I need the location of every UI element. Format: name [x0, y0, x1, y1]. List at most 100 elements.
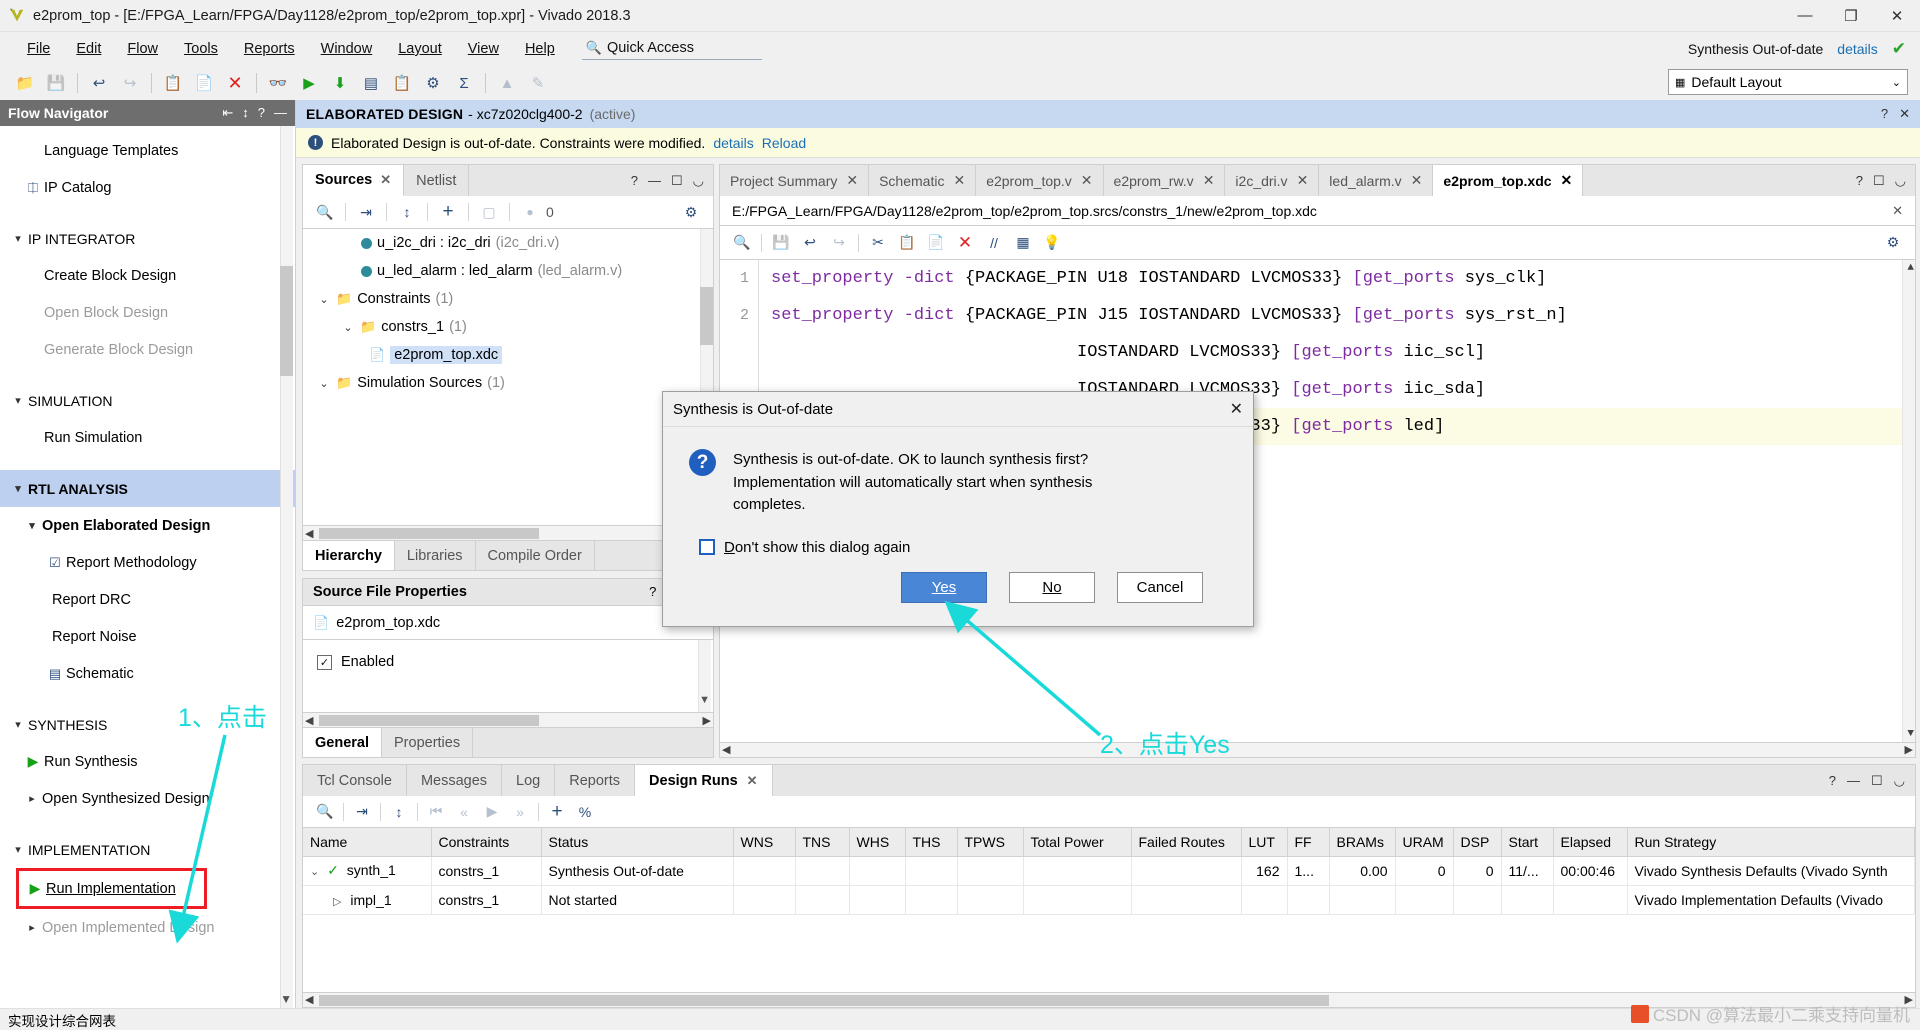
- chevron-right-icon[interactable]: ▷: [333, 896, 341, 908]
- col-total-power[interactable]: Total Power: [1023, 828, 1132, 857]
- pencil-icon[interactable]: ✎: [523, 69, 553, 97]
- menu-flow[interactable]: Flow: [114, 37, 171, 61]
- tab-led-alarm-v[interactable]: led_alarm.v ✕: [1319, 165, 1434, 196]
- cut-icon[interactable]: ✂: [864, 231, 892, 255]
- search-replace-icon[interactable]: 👓: [263, 69, 293, 97]
- maximize-button[interactable]: ❐: [1828, 0, 1874, 32]
- paste-icon[interactable]: 📄: [922, 231, 950, 255]
- no-button[interactable]: No: [1009, 571, 1095, 603]
- settings-icon[interactable]: ⚙: [418, 69, 448, 97]
- col-run-strategy[interactable]: Run Strategy: [1627, 828, 1915, 857]
- sidebar-item-open-elaborated-design[interactable]: ▾ Open Elaborated Design: [0, 507, 295, 544]
- mark-icon[interactable]: ▲: [492, 69, 522, 97]
- checkbox-icon[interactable]: ✓: [317, 654, 332, 670]
- close-icon[interactable]: ✕: [846, 172, 858, 189]
- sidebar-item-run-synthesis[interactable]: ▶ Run Synthesis: [0, 743, 295, 780]
- menu-help[interactable]: Help: [512, 37, 568, 61]
- code-line[interactable]: 1 set_property -dict {PACKAGE_PIN U18 IO…: [720, 260, 1915, 297]
- sources-tree[interactable]: u_i2c_dri : i2c_dri (i2c_dri.v) u_led_al…: [302, 229, 714, 526]
- col-elapsed[interactable]: Elapsed: [1553, 828, 1628, 857]
- sources-tree-hscrollbar[interactable]: ◀: [302, 526, 714, 541]
- chevron-down-icon[interactable]: ⌄: [317, 293, 331, 306]
- scroll-left-icon[interactable]: ◀: [305, 714, 313, 727]
- tab-design-runs[interactable]: Design Runs ✕: [635, 765, 773, 796]
- col-brams[interactable]: BRAMs: [1329, 828, 1396, 857]
- close-icon[interactable]: ✕: [1297, 172, 1309, 189]
- sidebar-item-run-implementation[interactable]: ▶ Run Implementation: [16, 868, 207, 909]
- synthesis-details-link[interactable]: details: [1837, 41, 1877, 57]
- copy-icon[interactable]: 📋: [893, 231, 921, 255]
- scroll-down-icon[interactable]: ▼: [280, 992, 292, 1006]
- gear-icon[interactable]: ⚙: [1879, 231, 1907, 255]
- tab-project-summary[interactable]: Project Summary ✕: [720, 165, 870, 196]
- minimize-icon[interactable]: —: [648, 173, 661, 188]
- save-icon[interactable]: 💾: [41, 69, 71, 97]
- col-whs[interactable]: WHS: [849, 828, 906, 857]
- maximize-icon[interactable]: ☐: [1873, 173, 1885, 189]
- bulb-icon[interactable]: 💡: [1038, 231, 1066, 255]
- sidebar-item-create-block-design[interactable]: Create Block Design: [0, 257, 295, 294]
- sidebar-section-rtl-analysis[interactable]: ▾ RTL ANALYSIS: [0, 470, 295, 507]
- first-icon[interactable]: ⏮: [422, 800, 450, 824]
- col-tns[interactable]: TNS: [795, 828, 850, 857]
- flow-navigator-scrollbar[interactable]: [280, 126, 293, 1008]
- float-icon[interactable]: ◡: [1894, 773, 1905, 789]
- close-icon[interactable]: ✕: [1892, 203, 1903, 219]
- tab-hierarchy[interactable]: Hierarchy: [303, 541, 395, 570]
- scroll-left-icon[interactable]: ◀: [305, 527, 313, 540]
- banner-details-link[interactable]: details: [713, 135, 753, 151]
- tree-item-simulation-sources[interactable]: ⌄ 📁 Simulation Sources (1): [303, 369, 713, 397]
- hscroll-thumb[interactable]: [319, 715, 539, 726]
- menu-view[interactable]: View: [455, 37, 512, 61]
- tab-i2c-dri-v[interactable]: i2c_dri.v ✕: [1225, 165, 1320, 196]
- close-icon[interactable]: ✕: [1561, 172, 1573, 189]
- scroll-right-icon[interactable]: ▶: [1905, 743, 1913, 756]
- hierarchy-icon[interactable]: ▢: [475, 200, 503, 224]
- tree-item-i2c-dri[interactable]: u_i2c_dri : i2c_dri (i2c_dri.v): [303, 229, 713, 257]
- col-failed-routes[interactable]: Failed Routes: [1131, 828, 1242, 857]
- col-status[interactable]: Status: [541, 828, 734, 857]
- sidebar-item-open-block-design[interactable]: Open Block Design: [0, 294, 295, 331]
- hscroll-thumb[interactable]: [319, 528, 539, 539]
- save-icon[interactable]: 💾: [767, 231, 795, 255]
- prev-icon[interactable]: «: [450, 800, 478, 824]
- properties-hscrollbar[interactable]: ◀ ▶: [302, 713, 714, 728]
- run-icon[interactable]: ▶: [294, 69, 324, 97]
- code-scrollbar[interactable]: [1902, 260, 1915, 742]
- delete-icon[interactable]: ✕: [951, 231, 979, 255]
- chevron-down-icon[interactable]: ⌄: [317, 377, 331, 390]
- yes-button[interactable]: Yes: [901, 571, 987, 603]
- redo-icon[interactable]: ↪: [115, 69, 145, 97]
- expand-all-icon[interactable]: ↕: [242, 105, 249, 121]
- tab-reports[interactable]: Reports: [555, 765, 636, 796]
- chevron-down-icon[interactable]: ⌄: [310, 866, 319, 878]
- tab-sources[interactable]: Sources ✕: [303, 165, 405, 196]
- search-icon[interactable]: 🔍: [311, 200, 339, 224]
- scroll-down-icon[interactable]: ▼: [1907, 728, 1914, 740]
- next-icon[interactable]: »: [506, 800, 534, 824]
- scroll-left-icon[interactable]: ◀: [722, 743, 730, 756]
- close-icon[interactable]: ✕: [1899, 106, 1910, 122]
- scroll-left-icon[interactable]: ◀: [305, 993, 313, 1006]
- tab-libraries[interactable]: Libraries: [395, 541, 476, 570]
- help-icon[interactable]: ?: [1829, 773, 1836, 788]
- close-icon[interactable]: ✕: [1411, 172, 1423, 189]
- col-wns[interactable]: WNS: [733, 828, 796, 857]
- minimize-icon[interactable]: —: [274, 105, 287, 121]
- sum-icon[interactable]: Σ: [449, 69, 479, 97]
- close-icon[interactable]: ✕: [1081, 172, 1093, 189]
- sidebar-item-ip-catalog[interactable]: ⎅ IP Catalog: [0, 169, 295, 206]
- paste-icon[interactable]: 📄: [189, 69, 219, 97]
- undo-icon[interactable]: ↩: [796, 231, 824, 255]
- minimize-icon[interactable]: —: [1847, 773, 1860, 788]
- col-dsp[interactable]: DSP: [1453, 828, 1502, 857]
- maximize-icon[interactable]: ☐: [671, 173, 683, 189]
- sidebar-item-open-implemented-design[interactable]: ▸ Open Implemented Design: [0, 909, 295, 946]
- percent-icon[interactable]: %: [571, 800, 599, 824]
- dont-show-again-row[interactable]: Don't show this dialog again: [699, 539, 1227, 556]
- help-icon[interactable]: ?: [258, 105, 265, 121]
- redo-icon[interactable]: ↪: [825, 231, 853, 255]
- close-icon[interactable]: ✕: [380, 172, 391, 188]
- tab-compile-order[interactable]: Compile Order: [476, 541, 595, 570]
- hscroll-thumb[interactable]: [319, 995, 1329, 1006]
